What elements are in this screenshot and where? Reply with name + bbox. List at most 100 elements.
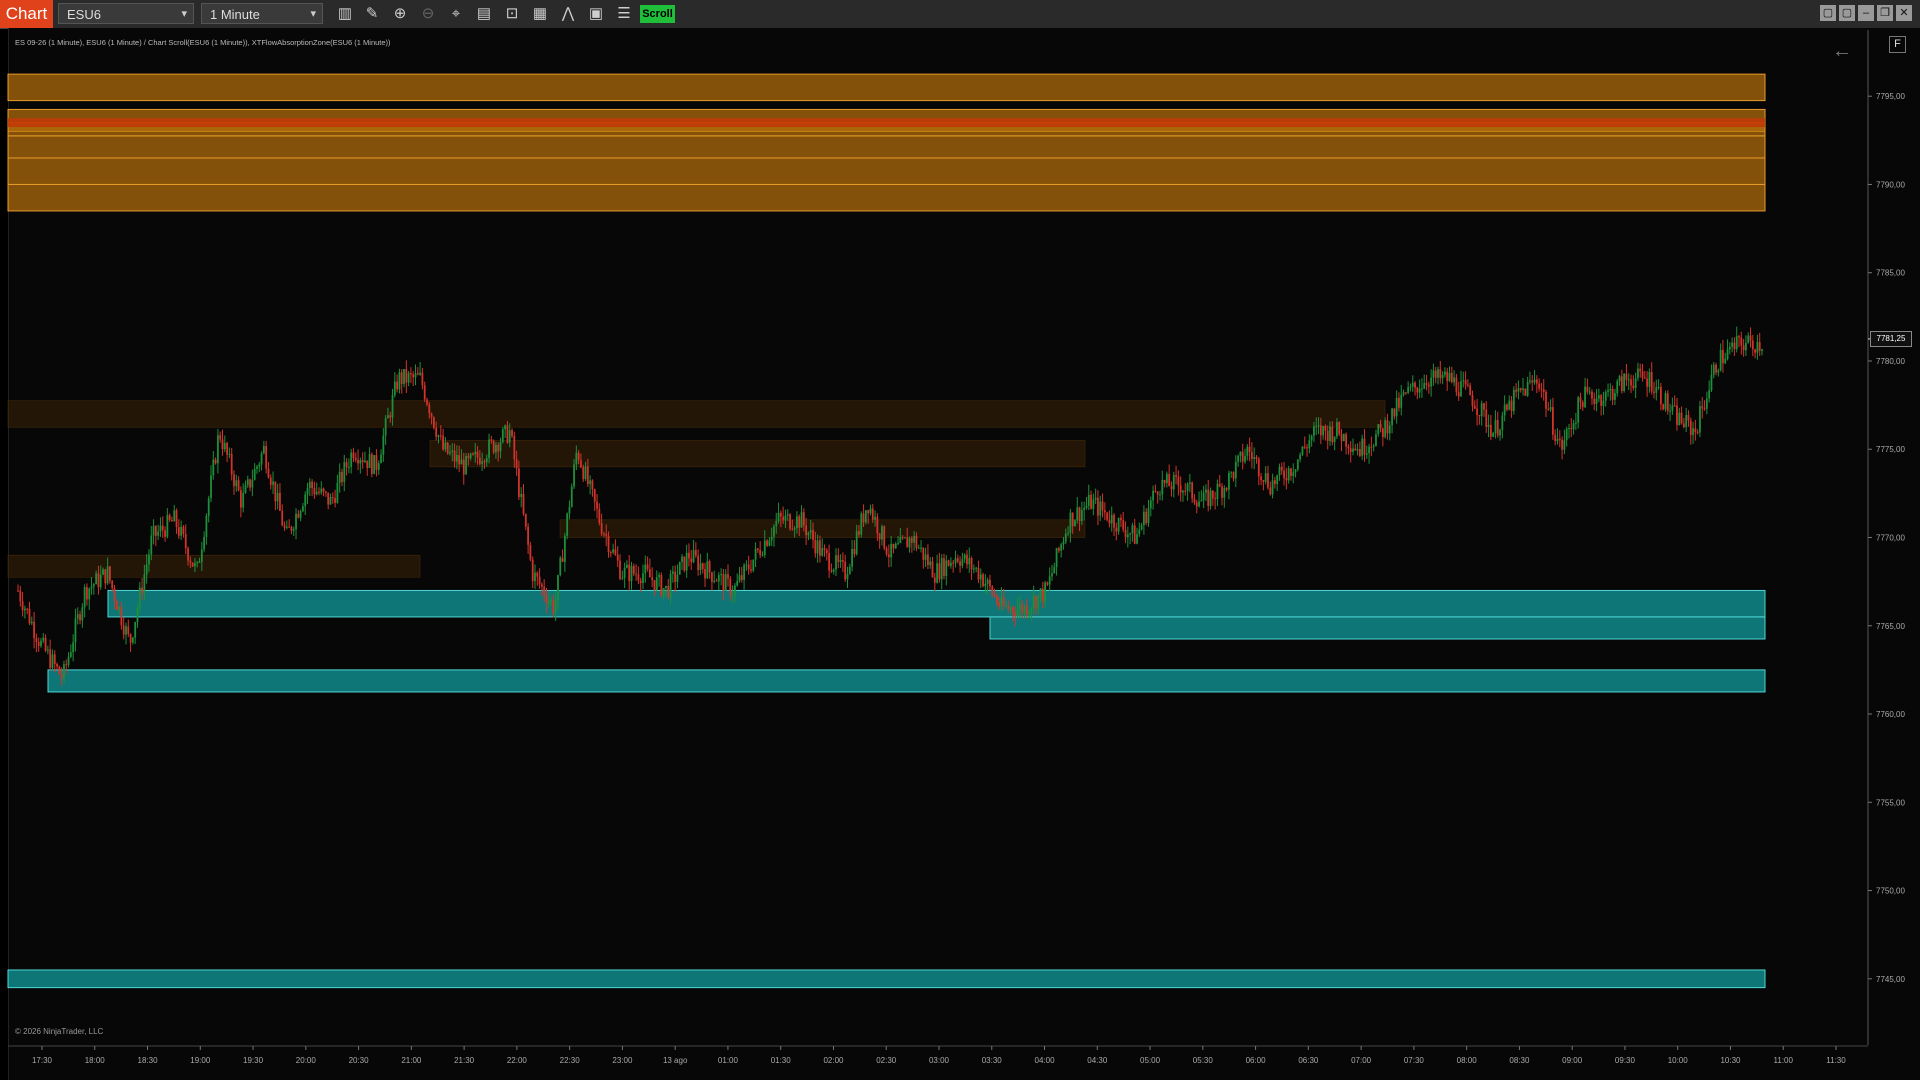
candle-body [1306, 447, 1308, 449]
candle-body [253, 468, 256, 480]
candle-body [285, 526, 288, 528]
candle-body [1754, 349, 1757, 353]
candle-body [207, 498, 210, 516]
candle-body [1572, 423, 1575, 430]
candle-body [426, 399, 428, 405]
candle-body [439, 435, 442, 437]
candle-body [366, 460, 369, 468]
candle-body [1586, 386, 1589, 392]
candle-body [1731, 342, 1734, 347]
candle-body [1701, 406, 1704, 409]
candle-body [1430, 377, 1433, 387]
candle-body [148, 554, 150, 565]
candle-body [1149, 500, 1152, 509]
candle-body [899, 537, 902, 544]
candle-body [1719, 349, 1722, 371]
candle-body [1522, 388, 1524, 391]
candle-body [295, 513, 297, 530]
x-tick-label: 04:30 [1087, 1056, 1108, 1065]
x-tick-label: 01:30 [771, 1056, 792, 1065]
candle-body [1007, 606, 1010, 610]
candle-body [1067, 532, 1069, 534]
back-arrow-icon[interactable]: ← [1832, 40, 1852, 63]
x-tick-label: 23:00 [612, 1056, 633, 1065]
candle-body [189, 560, 192, 563]
y-tick-label: 7780,00 [1876, 357, 1905, 366]
candle-body [651, 577, 654, 581]
candle-body [42, 637, 45, 641]
candle-body [821, 548, 824, 556]
candle-body [605, 533, 608, 536]
candle-body [329, 497, 332, 505]
candle-body [60, 674, 63, 679]
candle-body [685, 552, 688, 571]
candle-body [1025, 605, 1028, 615]
candle-body [1009, 607, 1012, 610]
candle-body [632, 565, 635, 574]
candle-body [152, 526, 155, 536]
candle-body [1630, 379, 1632, 386]
candle-body [265, 446, 268, 469]
candle-body [1637, 368, 1639, 379]
candle-body [40, 640, 42, 647]
candle-body [469, 453, 472, 459]
candle-body [991, 586, 994, 595]
candle-body [1071, 512, 1074, 527]
candle-body [336, 482, 339, 503]
candle-body [1632, 385, 1635, 389]
candle-body [752, 559, 755, 571]
price-chart[interactable]: 7795,00 7790,00 7785,00 7780,00 7775,00 7770,… [0, 0, 1920, 1080]
candle-body [977, 567, 980, 580]
candle-body [1083, 507, 1086, 511]
candle-body [1395, 397, 1398, 417]
candle-body [648, 569, 651, 578]
candle-body [49, 649, 52, 668]
candle-body [1547, 408, 1550, 410]
y-tick-label: 7785,00 [1876, 269, 1905, 278]
candle-body [1384, 420, 1387, 438]
candle-body [1751, 340, 1754, 350]
candle-body [501, 429, 504, 443]
candle-body [1097, 497, 1099, 516]
candle-body [1159, 494, 1161, 496]
candle-body [511, 430, 513, 437]
candle-body [1568, 428, 1570, 430]
candle-body [644, 564, 647, 574]
candle-body [1057, 548, 1060, 551]
candle-body [777, 512, 780, 522]
f-button[interactable]: F [1889, 36, 1906, 53]
x-tick-label: 20:00 [296, 1056, 317, 1065]
candle-body [1616, 381, 1619, 394]
candle-body [1411, 382, 1414, 387]
candle-body [1529, 380, 1531, 382]
candle-body [603, 533, 605, 535]
candle-body [260, 453, 263, 465]
candle-body [1722, 349, 1724, 364]
y-tick-label: 7750,00 [1876, 887, 1905, 896]
candle-body [99, 574, 102, 588]
candle-body [1078, 507, 1081, 522]
x-tick-label: 11:30 [1826, 1056, 1846, 1065]
time-axis: 17:30 18:00 18:30 19:00 19:30 20:00 20:30 21:00… [32, 1046, 1846, 1065]
candle-body [1381, 428, 1384, 438]
candle-body [1524, 388, 1527, 396]
x-tick-label: 09:00 [1562, 1056, 1583, 1065]
candle-body [1657, 386, 1660, 388]
candle-body [129, 634, 132, 643]
candle-body [927, 554, 929, 566]
candle-body [639, 580, 642, 584]
candle-body [233, 474, 235, 487]
candle-body [1717, 370, 1720, 373]
candle-body [1156, 491, 1159, 495]
candle-body [701, 563, 704, 570]
candle-body [1673, 405, 1676, 407]
candle-body [370, 454, 373, 475]
x-tick-label: 08:30 [1509, 1056, 1530, 1065]
candle-body [281, 510, 284, 526]
candle-body [600, 523, 603, 534]
candle-body [173, 510, 176, 522]
candle-body [660, 574, 663, 596]
candle-body [515, 459, 518, 469]
candle-body [1676, 405, 1678, 425]
candle-body [53, 654, 56, 664]
